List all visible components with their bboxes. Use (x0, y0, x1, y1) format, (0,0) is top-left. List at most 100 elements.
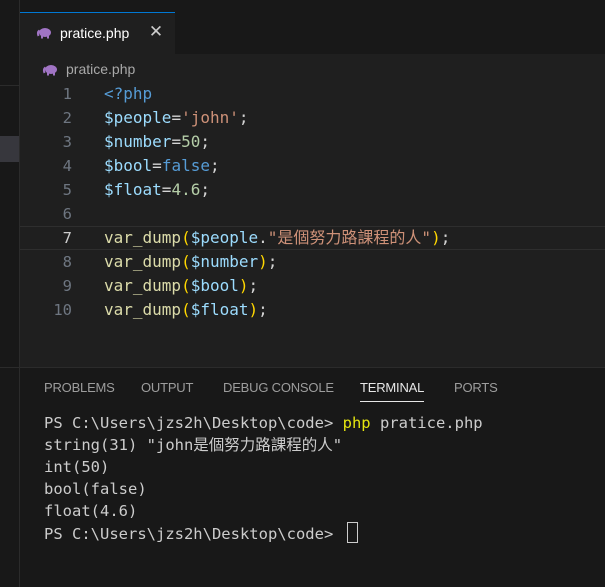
line-number: 5 (62, 181, 72, 199)
terminal-output-line: float(4.6) (44, 502, 138, 520)
terminal-prompt: PS C:\Users\jzs2h\Desktop\code> (44, 525, 343, 543)
terminal-output-line: bool(false) (44, 480, 147, 498)
active-tab-indicator (360, 401, 424, 402)
strip-divider (0, 85, 19, 86)
code-text: var_dump($people."是個努力路課程的人"); (104, 226, 450, 250)
terminal-prompt-line[interactable]: PS C:\Users\jzs2h\Desktop\code> (44, 522, 483, 544)
tab-label: pratice.php (60, 25, 130, 41)
code-line[interactable]: 9 var_dump($bool); (20, 274, 605, 298)
code-editor[interactable]: 1 <?php 2 $people='john'; 3 $number=50; 4 $bool… (20, 82, 605, 367)
code-token: var_dump (104, 228, 182, 247)
code-token: "是個努力路課程的人" (267, 228, 432, 247)
code-token: <?php (104, 84, 153, 103)
line-number: 6 (62, 205, 72, 223)
code-token: ) (248, 300, 259, 319)
terminal-command-line: PS C:\Users\jzs2h\Desktop\code> php prat… (44, 412, 483, 434)
php-elephant-icon (42, 65, 57, 76)
code-token: var_dump (104, 300, 182, 319)
strip-selected-item[interactable] (0, 136, 19, 162)
line-number: 2 (62, 109, 72, 127)
code-text: $number=50; (104, 130, 210, 154)
code-text: <?php (104, 82, 152, 106)
line-number: 9 (62, 277, 72, 295)
line-number: 1 (62, 85, 72, 103)
code-token: ; (440, 228, 451, 247)
code-line[interactable]: 2 $people='john'; (20, 106, 605, 130)
code-token: ; (267, 252, 278, 271)
code-text: $people='john'; (104, 106, 249, 130)
code-line[interactable]: 1 <?php (20, 82, 605, 106)
tab-terminal[interactable]: TERMINAL (360, 380, 424, 396)
tab-ports[interactable]: PORTS (454, 380, 498, 396)
code-token: $float (190, 300, 249, 319)
tab-problems[interactable]: PROBLEMS (44, 380, 115, 396)
code-token: ; (238, 108, 249, 127)
code-text: var_dump($bool); (104, 274, 258, 298)
code-token: $number (190, 252, 259, 271)
terminal-command: php (342, 414, 371, 432)
editor-tab-bar: pratice.php ✕ (20, 0, 605, 54)
code-token: $float (104, 180, 162, 199)
code-token: 4.6 (171, 180, 201, 199)
code-line[interactable]: 8 var_dump($number); (20, 250, 605, 274)
code-text: $float=4.6; (104, 178, 210, 202)
code-line[interactable]: 3 $number=50; (20, 130, 605, 154)
terminal-output-line: string(31) "john是個努力路課程的人" (44, 436, 343, 454)
tab-output[interactable]: OUTPUT (141, 380, 193, 396)
code-token: $number (104, 132, 172, 151)
code-line[interactable]: 10 var_dump($float); (20, 298, 605, 322)
code-token: ( (181, 276, 191, 295)
code-line[interactable]: 6 (20, 202, 605, 226)
tab-debug-console[interactable]: DEBUG CONSOLE (223, 380, 334, 396)
php-elephant-icon (36, 28, 51, 39)
code-token: ( (181, 228, 191, 247)
code-token: . (258, 228, 268, 247)
code-line[interactable]: 7 var_dump($people."是個努力路課程的人"); (20, 226, 605, 250)
line-number: 4 (62, 157, 72, 175)
line-number: 10 (53, 301, 72, 319)
code-token: $people (190, 228, 259, 247)
code-token: ) (238, 276, 249, 295)
terminal-output[interactable]: PS C:\Users\jzs2h\Desktop\code> php prat… (44, 412, 483, 544)
terminal-cursor (346, 522, 358, 543)
code-token: var_dump (104, 252, 182, 271)
line-number: 3 (62, 133, 72, 151)
code-token: ; (248, 276, 259, 295)
terminal-command-args: pratice.php (370, 414, 483, 432)
code-token: 'john' (181, 108, 239, 127)
code-token: ; (258, 300, 268, 319)
breadcrumb: pratice.php (20, 58, 605, 80)
line-number: 7 (62, 229, 72, 247)
breadcrumb-file[interactable]: pratice.php (66, 61, 135, 77)
line-number: 8 (62, 253, 72, 271)
code-token: ; (209, 156, 220, 175)
code-line[interactable]: 5 $float=4.6; (20, 178, 605, 202)
bottom-panel: PROBLEMS OUTPUT DEBUG CONSOLE TERMINAL P… (20, 368, 605, 587)
activity-strip (0, 0, 19, 587)
close-icon[interactable]: ✕ (147, 23, 165, 41)
strip-divider (0, 367, 19, 368)
code-token: ( (181, 300, 191, 319)
tab-pratice-php[interactable]: pratice.php ✕ (20, 12, 175, 54)
code-token: = (161, 180, 172, 199)
code-token: $bool (190, 276, 239, 295)
terminal-prompt: PS C:\Users\jzs2h\Desktop\code> (44, 414, 343, 432)
code-token: = (171, 108, 182, 127)
code-line[interactable]: 4 $bool=false; (20, 154, 605, 178)
code-token: ( (181, 252, 191, 271)
code-text: $bool=false; (104, 154, 220, 178)
code-token: ) (431, 228, 441, 247)
code-token: $bool (104, 156, 153, 175)
code-token: $people (104, 108, 172, 127)
code-token: ; (200, 180, 210, 199)
code-token: = (152, 156, 162, 175)
code-token: var_dump (104, 276, 182, 295)
code-text: var_dump($number); (104, 250, 277, 274)
code-token: ; (200, 132, 210, 151)
code-token: ) (258, 252, 268, 271)
code-token: = (171, 132, 182, 151)
terminal-output-line: int(50) (44, 458, 110, 476)
code-token: 50 (181, 132, 201, 151)
code-token: false (161, 156, 210, 175)
code-text: var_dump($float); (104, 298, 268, 322)
